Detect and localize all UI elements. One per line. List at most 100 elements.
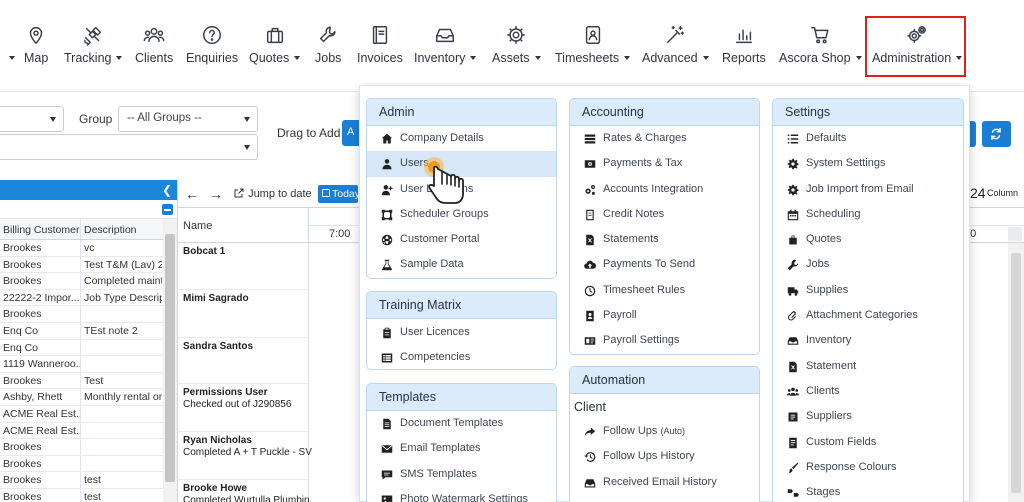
gear-icon [787,184,799,196]
menu-item-defaults[interactable]: Defaults [773,126,963,151]
nav-reports[interactable]: Reports [722,24,766,70]
globe-icon [381,234,393,246]
menu-item-email-templates[interactable]: Email Templates [367,436,556,461]
table-row[interactable]: Ashby, Rhett Monthly rental on [0,389,177,406]
description-cell: Completed mainte [84,275,162,288]
menu-item-attachment-categories[interactable]: Attachment Categories [773,303,963,328]
column-billing-customer[interactable]: Billing Customer [0,219,81,239]
menu-item-payroll[interactable]: Payroll [570,303,759,328]
table-row[interactable]: Enq Co TEst note 2 [0,322,177,340]
nav-enquiries[interactable]: Enquiries [186,24,238,70]
menu-item-follow-ups[interactable]: Follow Ups (Auto) [570,419,759,444]
resource-row[interactable]: Bobcat 1 [183,246,225,258]
menu-item-statement[interactable]: Statement [773,354,963,379]
menu-item-inventory[interactable]: Inventory [773,328,963,353]
nav-inventory[interactable]: Inventory [414,24,476,70]
table-row[interactable]: Brookes vc [0,240,177,257]
scrollbar-thumb[interactable] [165,234,175,482]
billing-customer-cell: 1119 Wanneroo... [0,356,81,372]
nav-advanced[interactable]: Advanced [642,24,709,70]
table-row[interactable]: Brookes [0,306,177,323]
nav-quotes[interactable]: Quotes [249,24,300,70]
nav-assets[interactable]: Assets [492,24,541,70]
scrollbar-thumb[interactable] [1011,253,1021,493]
next-arrow-icon[interactable]: → [209,186,223,202]
menu-item-label: Email Templates [400,442,481,455]
menu-item-quotes[interactable]: Quotes [773,227,963,252]
resource-row[interactable]: Mimi Sagrado [183,293,249,305]
menu-item-suppliers[interactable]: Suppliers [773,404,963,429]
menu-item-rates-charges[interactable]: Rates & Charges [570,126,759,151]
table-row[interactable]: Brookes Test [0,372,177,390]
scheduler-right-scrollbar[interactable] [1008,243,1024,502]
table-row[interactable]: Brookes [0,455,177,473]
table-row[interactable]: 22222-2 Impor... Job Type Descript [0,289,177,307]
menu-item-credit-notes[interactable]: Credit Notes [570,202,759,227]
menu-item-stages[interactable]: Stages [773,480,963,502]
resource-row[interactable]: Brooke Howe Completed Wurtulla Plumbin [183,483,310,502]
menu-item-sms-templates[interactable]: SMS Templates [367,462,556,487]
resource-name: Sandra Santos [183,341,254,352]
table-row[interactable]: Brookes test [0,472,177,489]
group-select[interactable]: -- All Groups -- [118,106,258,132]
resource-row[interactable]: Permissions User Checked out of J290856 [183,387,291,411]
jump-to-date-button[interactable]: Jump to date [233,187,312,200]
menu-item-payroll-settings[interactable]: Payroll Settings [570,328,759,353]
nav-ascora-shop[interactable]: Ascora Shop [779,24,862,70]
menu-item-supplies[interactable]: Supplies [773,278,963,303]
table-row[interactable]: ACME Real Est... [0,405,177,423]
menu-item-user-licences[interactable]: User Licences [367,320,556,345]
menu-item-received-email-history[interactable]: Received Email History [570,470,759,495]
menu-item-payments-to-send[interactable]: Payments To Send [570,252,759,277]
nav-tracking[interactable]: Tracking [64,24,122,70]
prev-arrow-icon[interactable]: ← [185,186,199,202]
nav-map[interactable]: Map [24,24,48,70]
top-navigation: Map Tracking Clients Enquiries Quotes Jo… [0,0,1024,92]
menu-item-timesheet-rules[interactable]: Timesheet Rules [570,278,759,303]
menu-item-response-colours[interactable]: Response Colours [773,455,963,480]
nav-clients[interactable]: Clients [135,24,173,70]
menu-item-accounts-integration[interactable]: Accounts Integration [570,177,759,202]
menu-item-label: Competencies [400,351,471,364]
menu-item-company-details[interactable]: Company Details [367,126,556,151]
menu-item-scheduling[interactable]: Scheduling [773,202,963,227]
menu-item-customer-portal[interactable]: Customer Portal [367,227,556,252]
menu-item-statements[interactable]: Statements [570,227,759,252]
nav-overflow-caret[interactable] [0,24,20,70]
column-description[interactable]: Description [81,219,162,239]
table-row[interactable]: ACME Real Est... [0,422,177,440]
menu-item-job-import-from-email[interactable]: Job Import from Email [773,177,963,202]
menu-item-sample-data[interactable]: Sample Data [367,252,556,277]
nav-invoices[interactable]: Invoices [357,24,403,70]
menu-item-system-settings[interactable]: System Settings [773,151,963,176]
today-button[interactable]: Today [318,185,358,203]
header-scroll-button[interactable] [1008,227,1022,241]
nav-timesheets[interactable]: Timesheets [555,24,630,70]
table-row[interactable]: 1119 Wanneroo... [0,356,177,373]
menu-item-follow-ups-history[interactable]: Follow Ups History [570,444,759,469]
resource-row[interactable]: Ryan Nicholas Completed A + T Puckle - SV [183,435,312,459]
menu-item-document-templates[interactable]: Document Templates [367,411,556,436]
collapse-chevron-icon[interactable]: ❮ [162,183,172,197]
nav-jobs[interactable]: Jobs [315,24,341,70]
table-row[interactable]: Brookes Completed mainte [0,273,177,290]
accounting-card: Accounting Rates & Charges Payments & Tax… [569,98,760,355]
table-row[interactable]: Brookes test [0,488,177,502]
panel-scrollbar[interactable] [163,220,177,502]
filter-select-second[interactable] [0,134,258,160]
menu-item-clients[interactable]: Clients [773,379,963,404]
menu-item-payments-tax[interactable]: Payments & Tax [570,151,759,176]
menu-item-competencies[interactable]: Competencies [367,345,556,369]
menu-item-photo-watermark-settings[interactable]: Photo Watermark Settings [367,487,556,502]
templates-card-title: Templates [367,384,556,411]
filter-select-left[interactable] [0,106,64,132]
table-row[interactable]: Brookes [0,439,177,456]
resource-row[interactable]: Sandra Santos [183,341,253,353]
table-row[interactable]: Enq Co [0,339,177,357]
description-cell: Test [84,374,104,387]
table-row[interactable]: Brookes Test T&M (Lav) 2F [0,256,177,274]
menu-item-jobs[interactable]: Jobs [773,252,963,277]
collapse-minus-icon[interactable] [162,204,173,215]
menu-item-custom-fields[interactable]: Custom Fields [773,430,963,455]
refresh-button[interactable] [982,121,1011,147]
